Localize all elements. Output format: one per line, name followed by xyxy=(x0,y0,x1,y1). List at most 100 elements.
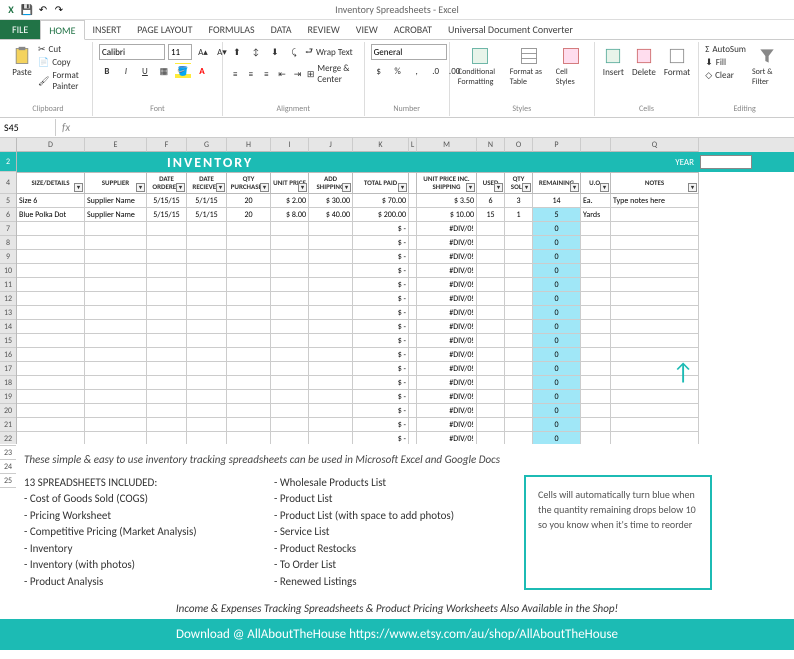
increase-font-icon[interactable]: A▴ xyxy=(195,44,211,60)
row-header[interactable]: 11 xyxy=(0,278,16,292)
cell[interactable]: $ - xyxy=(353,418,409,432)
cell[interactable] xyxy=(611,264,699,278)
cell[interactable] xyxy=(409,306,417,320)
filter-dropdown-icon[interactable]: ▾ xyxy=(74,183,83,192)
row-header[interactable]: 24 xyxy=(0,460,16,474)
indent-inc-icon[interactable]: ⇥ xyxy=(291,66,304,82)
number-format-combo[interactable] xyxy=(371,44,447,60)
cell[interactable] xyxy=(581,306,611,320)
row-header[interactable]: 7 xyxy=(0,222,16,236)
cell[interactable]: $ 70.00 xyxy=(353,194,409,208)
cell[interactable] xyxy=(309,292,353,306)
filter-dropdown-icon[interactable]: ▾ xyxy=(466,183,475,192)
cell[interactable] xyxy=(147,236,187,250)
fill-color-button[interactable]: 🪣 xyxy=(175,63,191,79)
cell[interactable] xyxy=(17,264,85,278)
cell[interactable] xyxy=(505,362,533,376)
fill-button[interactable]: ⬇ Fill xyxy=(705,57,746,68)
cell[interactable] xyxy=(271,390,309,404)
cell[interactable] xyxy=(227,362,271,376)
cell[interactable] xyxy=(581,236,611,250)
col-header[interactable]: Q xyxy=(611,138,699,152)
cell[interactable] xyxy=(271,250,309,264)
increase-decimal-icon[interactable]: .0 xyxy=(428,63,444,79)
cell[interactable] xyxy=(611,432,699,444)
cell[interactable]: $ - xyxy=(353,306,409,320)
cell[interactable] xyxy=(187,222,227,236)
cell[interactable] xyxy=(477,390,505,404)
filter-dropdown-icon[interactable]: ▾ xyxy=(522,183,531,192)
cell[interactable] xyxy=(309,432,353,444)
cell[interactable] xyxy=(611,250,699,264)
cell[interactable]: $ - xyxy=(353,292,409,306)
cell[interactable] xyxy=(409,236,417,250)
cell[interactable] xyxy=(271,236,309,250)
cell[interactable] xyxy=(505,320,533,334)
row-header[interactable]: 8 xyxy=(0,236,16,250)
col-header[interactable]: H xyxy=(227,138,271,152)
cell[interactable] xyxy=(409,194,417,208)
cell[interactable]: $ 30.00 xyxy=(309,194,353,208)
cell[interactable] xyxy=(477,376,505,390)
cell[interactable] xyxy=(309,264,353,278)
cell[interactable] xyxy=(17,250,85,264)
cell-styles-button[interactable]: Cell Styles xyxy=(554,44,588,89)
cell[interactable] xyxy=(227,432,271,444)
table-header[interactable]: TOTAL PAID▾ xyxy=(353,172,409,194)
cell[interactable] xyxy=(17,278,85,292)
filter-dropdown-icon[interactable]: ▾ xyxy=(260,183,269,192)
cell[interactable]: #DIV/0! xyxy=(417,264,477,278)
cell[interactable] xyxy=(85,404,147,418)
cell[interactable] xyxy=(227,292,271,306)
font-color-button[interactable]: A xyxy=(194,63,210,79)
cell[interactable]: #DIV/0! xyxy=(417,222,477,236)
row-header[interactable]: 4 xyxy=(0,172,16,194)
cell[interactable] xyxy=(85,264,147,278)
cell[interactable] xyxy=(505,278,533,292)
col-header[interactable]: K xyxy=(353,138,409,152)
cell[interactable]: $ 3.50 xyxy=(417,194,477,208)
cell[interactable] xyxy=(187,418,227,432)
cell[interactable] xyxy=(227,348,271,362)
cell[interactable] xyxy=(505,250,533,264)
cell[interactable] xyxy=(409,320,417,334)
cell[interactable] xyxy=(477,236,505,250)
row-header[interactable]: 23 xyxy=(0,446,16,460)
cell[interactable] xyxy=(581,320,611,334)
cell[interactable] xyxy=(17,418,85,432)
cell[interactable] xyxy=(477,418,505,432)
cell[interactable] xyxy=(611,222,699,236)
col-header[interactable]: P xyxy=(533,138,581,152)
cell[interactable] xyxy=(271,264,309,278)
format-button[interactable]: Format xyxy=(662,44,692,80)
filter-dropdown-icon[interactable]: ▾ xyxy=(398,183,407,192)
cell[interactable] xyxy=(477,320,505,334)
font-name-combo[interactable] xyxy=(99,44,165,60)
row-header[interactable]: 10 xyxy=(0,264,16,278)
cell[interactable] xyxy=(477,432,505,444)
cell[interactable] xyxy=(187,404,227,418)
cell[interactable] xyxy=(611,236,699,250)
cell[interactable] xyxy=(17,376,85,390)
table-header[interactable]: UNIT PRICE▾ xyxy=(271,172,309,194)
col-header[interactable]: I xyxy=(271,138,309,152)
row-header[interactable]: 21 xyxy=(0,418,16,432)
tab-formulas[interactable]: FORMULAS xyxy=(200,19,262,39)
cell[interactable]: 0 xyxy=(533,222,581,236)
cell[interactable]: #DIV/0! xyxy=(417,250,477,264)
col-header[interactable]: G xyxy=(187,138,227,152)
cell[interactable]: 5/15/15 xyxy=(147,208,187,222)
cell[interactable] xyxy=(271,306,309,320)
row-header[interactable]: 19 xyxy=(0,390,16,404)
cell[interactable] xyxy=(147,278,187,292)
cell[interactable] xyxy=(85,390,147,404)
row-header[interactable]: 18 xyxy=(0,376,16,390)
cell[interactable] xyxy=(505,236,533,250)
col-header[interactable]: L xyxy=(409,138,417,152)
tab-view[interactable]: VIEW xyxy=(348,19,386,39)
cell[interactable] xyxy=(17,292,85,306)
cell[interactable] xyxy=(17,390,85,404)
cell[interactable]: 14 xyxy=(533,194,581,208)
row-header[interactable]: 6 xyxy=(0,208,16,222)
save-icon[interactable]: 💾 xyxy=(20,3,34,17)
